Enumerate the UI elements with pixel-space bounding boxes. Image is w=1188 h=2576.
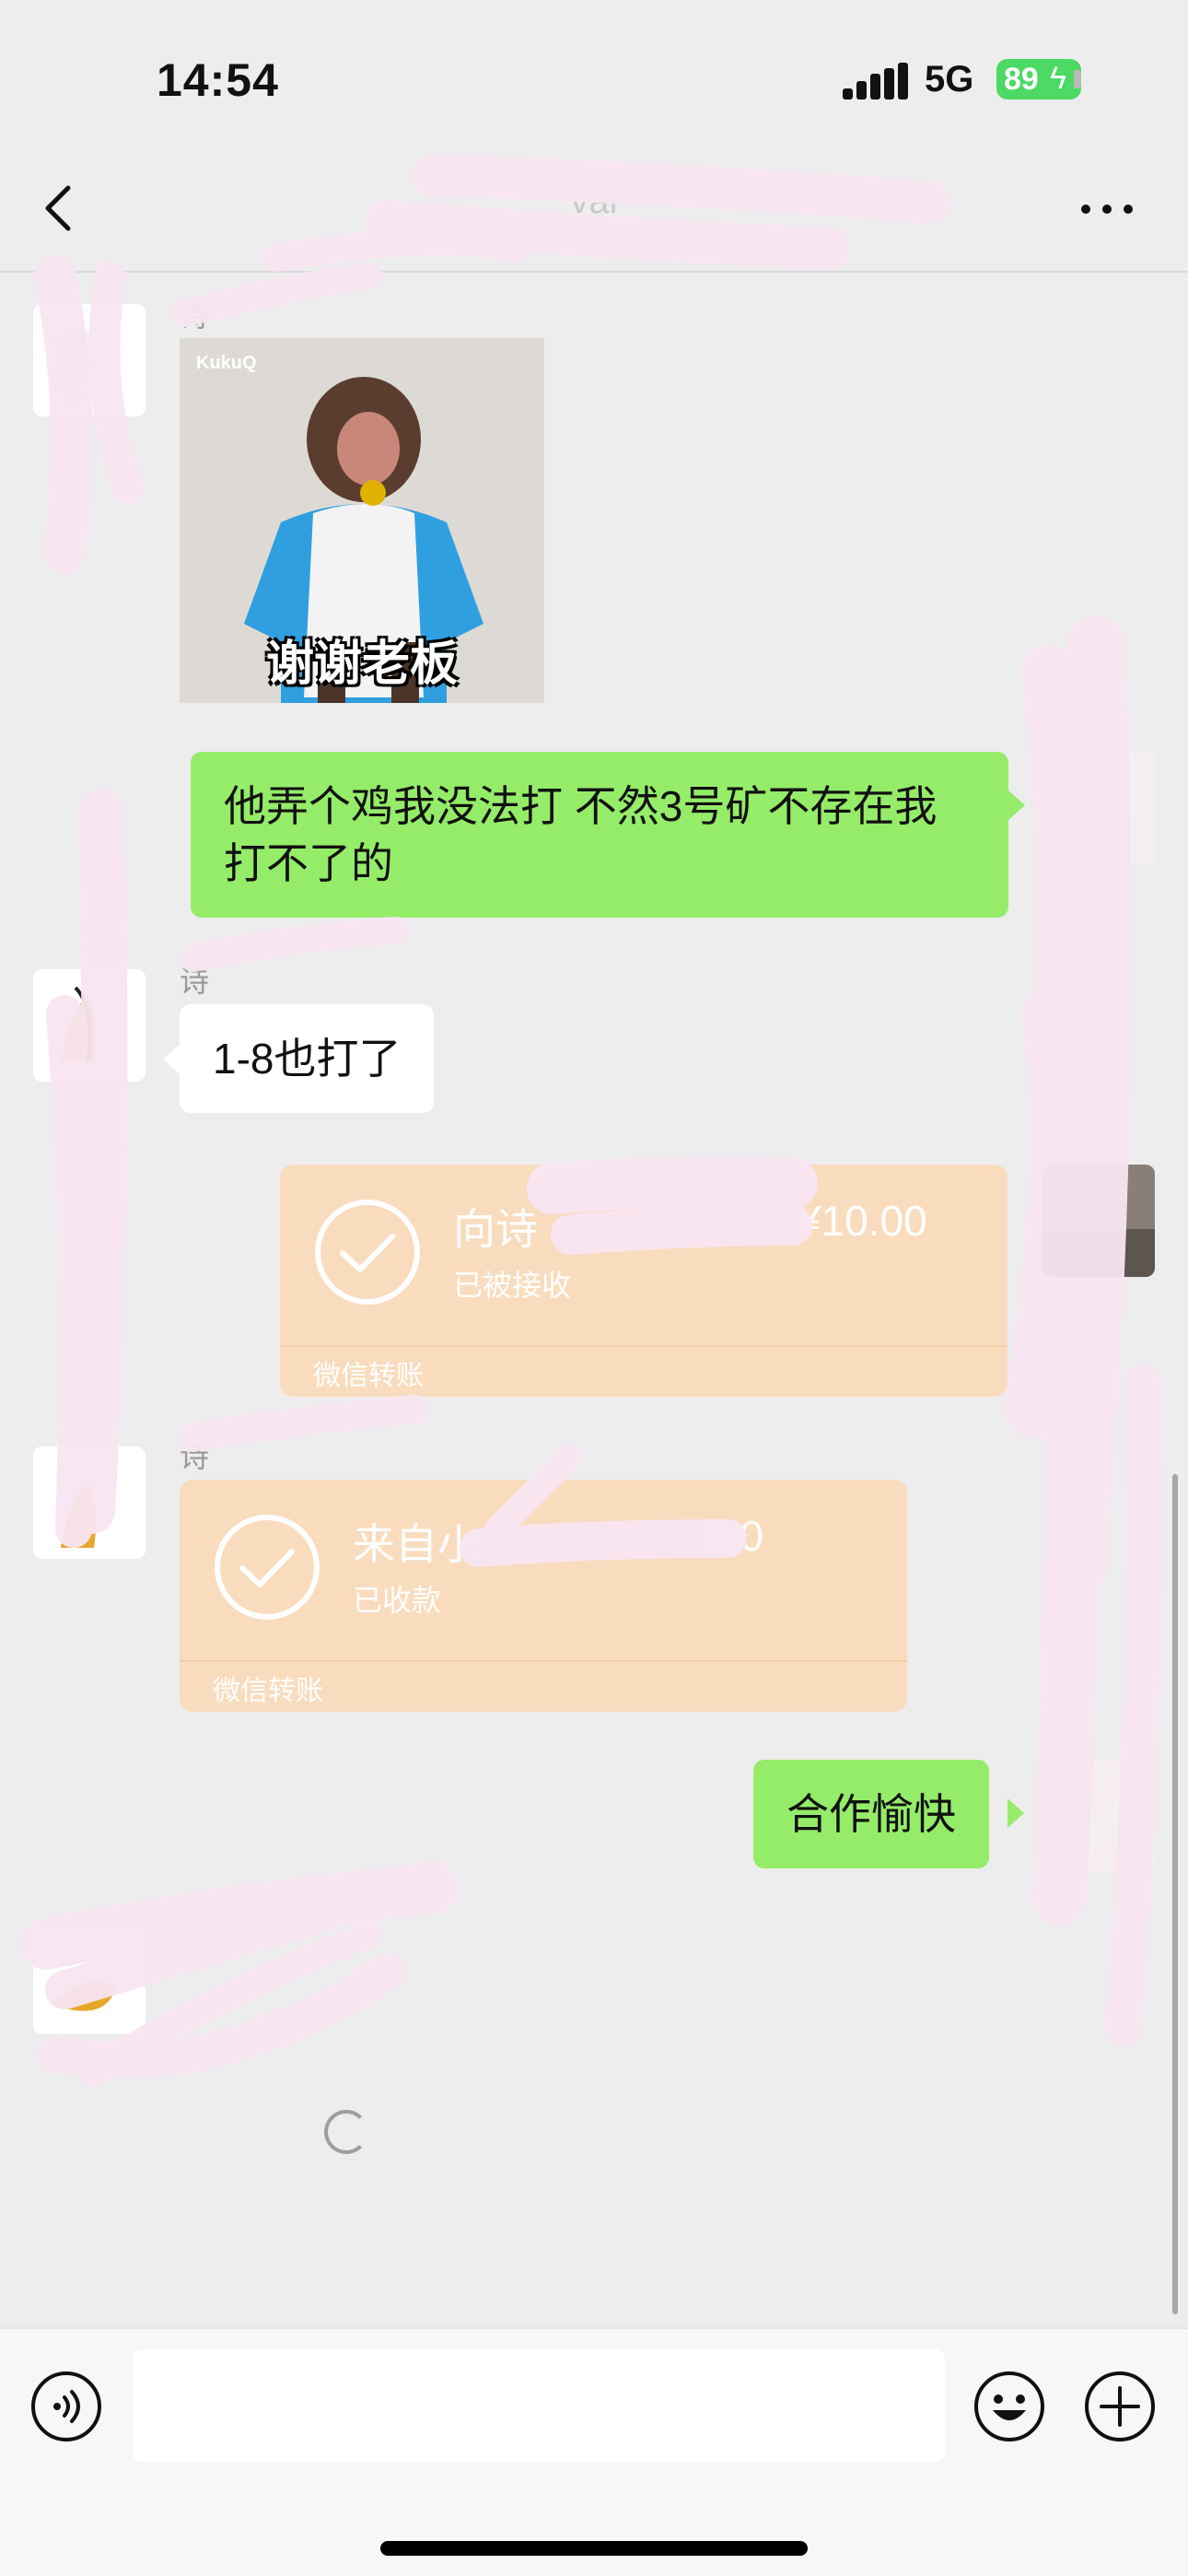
sticker-brand: KukuQ bbox=[196, 353, 257, 373]
message-input[interactable] bbox=[133, 2349, 945, 2462]
sender-name: 诗 bbox=[180, 1440, 210, 1473]
plus-icon[interactable] bbox=[1083, 2370, 1157, 2443]
sticker-image[interactable]: KukuQ 谢谢老板 bbox=[180, 338, 544, 703]
battery-indicator: 89 bbox=[996, 59, 1081, 100]
own-avatar[interactable] bbox=[1042, 1165, 1155, 1277]
message-text: 合作愉快 bbox=[786, 1790, 956, 1838]
transfer-title: 向诗 bbox=[453, 1205, 538, 1253]
status-time: 14:54 bbox=[157, 54, 279, 106]
avatar[interactable] bbox=[33, 1446, 146, 1559]
avatar[interactable] bbox=[33, 969, 146, 1082]
charging-icon: ϟ bbox=[1050, 61, 1066, 96]
bubble-tail bbox=[1008, 790, 1025, 820]
check-icon bbox=[215, 1515, 320, 1620]
transfer-amount: .00 bbox=[705, 1512, 763, 1560]
chat-title: vai bbox=[570, 181, 618, 221]
message-bubble[interactable]: 合作愉快 bbox=[753, 1760, 989, 1868]
message-text: 他弄个鸡我没法打 不然3号矿不存在我打不了的 bbox=[224, 782, 938, 887]
transfer-amount: ¥10.00 bbox=[798, 1197, 927, 1245]
bubble-tail bbox=[1007, 1798, 1024, 1828]
emoji-icon[interactable] bbox=[973, 2370, 1046, 2443]
bubble-tail bbox=[163, 1045, 180, 1074]
home-indicator[interactable] bbox=[380, 2541, 808, 2556]
check-icon bbox=[315, 1200, 420, 1305]
own-avatar[interactable] bbox=[1042, 1760, 1155, 1872]
sender-name: 诗 bbox=[180, 299, 210, 333]
avatar[interactable] bbox=[33, 1922, 146, 2034]
back-icon[interactable] bbox=[41, 181, 77, 236]
transfer-status: 已被接收 bbox=[453, 1269, 572, 1302]
transfer-status: 已收款 bbox=[353, 1584, 442, 1617]
transfer-footer: 微信转账 bbox=[213, 1676, 323, 1706]
avatar[interactable] bbox=[33, 304, 146, 416]
scrollbar[interactable] bbox=[1172, 1474, 1178, 2314]
transfer-title: 来自小 bbox=[353, 1520, 480, 1568]
battery-level: 89 bbox=[1004, 62, 1039, 97]
divider bbox=[280, 1345, 1007, 1347]
message-bubble[interactable]: 他弄个鸡我没法打 不然3号矿不存在我打不了的 bbox=[191, 752, 1008, 918]
message-bubble[interactable]: 1-8也打了 bbox=[180, 1004, 435, 1113]
signal-icon bbox=[843, 63, 908, 100]
sticker-caption: 谢谢老板 bbox=[265, 638, 458, 691]
transfer-footer: 微信转账 bbox=[313, 1361, 424, 1391]
transfer-card[interactable]: 来自小 .00 已收款 微信转账 bbox=[180, 1480, 907, 1712]
network-type: 5G bbox=[925, 59, 974, 100]
sender-name: 诗 bbox=[180, 965, 210, 998]
own-avatar[interactable] bbox=[1042, 752, 1155, 864]
transfer-card[interactable]: 向诗 ¥10.00 已被接收 微信转账 bbox=[280, 1165, 1007, 1397]
battery-tip bbox=[1074, 70, 1081, 88]
more-icon[interactable] bbox=[1079, 203, 1135, 216]
divider bbox=[180, 1660, 907, 1662]
loading-spinner bbox=[324, 2110, 368, 2154]
message-text: 1-8也打了 bbox=[213, 1035, 402, 1083]
voice-icon[interactable] bbox=[29, 2370, 103, 2443]
